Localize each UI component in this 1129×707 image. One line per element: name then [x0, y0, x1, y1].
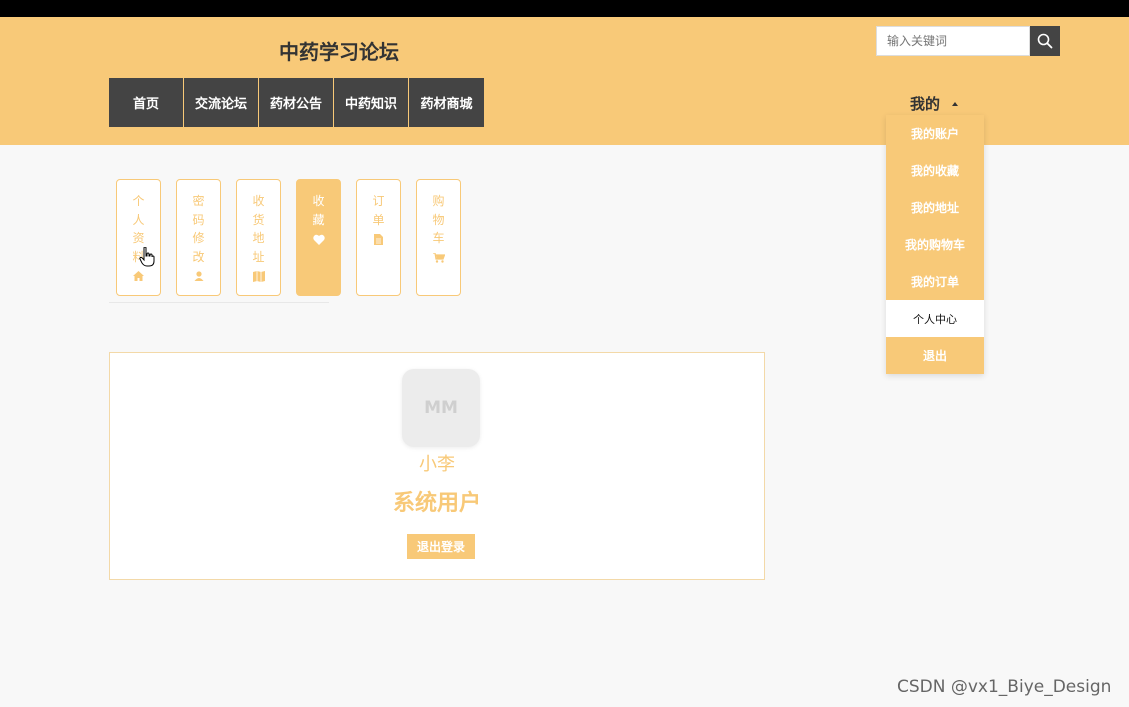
map-icon — [252, 269, 265, 283]
tab-char: 码 — [192, 212, 205, 227]
heart-icon — [312, 232, 325, 246]
tab-char: 订 — [372, 194, 385, 208]
user-dropdown-menu: 我的账户 我的收藏 我的地址 我的购物车 我的订单 个人中心 退出 — [886, 115, 984, 374]
user-icon — [194, 269, 204, 283]
nav-home[interactable]: 首页 — [109, 78, 184, 127]
tab-personal-info[interactable]: 个 人 资 料 — [116, 179, 161, 296]
nav-knowledge[interactable]: 中药知识 — [334, 78, 409, 127]
home-icon — [133, 269, 144, 283]
tab-char: 收 — [312, 194, 325, 208]
main-nav: 首页 交流论坛 药材公告 中药知识 药材商城 — [109, 78, 484, 127]
avatar: MM — [402, 369, 480, 447]
watermark: CSDN @vx1_Biye_Design — [897, 677, 1112, 697]
user-menu-toggle[interactable]: 我的 — [910, 93, 959, 114]
tab-char: 资 — [132, 231, 145, 245]
mouse-cursor-icon — [139, 246, 155, 271]
tab-char: 单 — [372, 212, 385, 227]
tab-password[interactable]: 密 码 修 改 — [176, 179, 221, 296]
nav-shop[interactable]: 药材商城 — [409, 78, 484, 127]
menu-my-orders[interactable]: 我的订单 — [886, 263, 984, 300]
tab-favorites[interactable]: 收 藏 — [296, 179, 341, 296]
nav-announcements[interactable]: 药材公告 — [259, 78, 334, 127]
tab-char: 个 — [132, 194, 145, 208]
menu-logout[interactable]: 退出 — [886, 337, 984, 374]
file-icon — [374, 232, 383, 246]
user-menu-label: 我的 — [910, 95, 941, 113]
tab-orders[interactable]: 订 单 — [356, 179, 401, 296]
tab-char: 修 — [192, 231, 205, 245]
tab-char: 藏 — [312, 212, 325, 227]
tab-char: 改 — [192, 249, 205, 264]
tab-char: 人 — [132, 212, 145, 227]
tab-char: 车 — [432, 231, 445, 245]
menu-personal-center[interactable]: 个人中心 — [886, 300, 984, 337]
logout-button[interactable]: 退出登录 — [407, 534, 475, 559]
tab-char: 购 — [432, 194, 445, 208]
site-title: 中药学习论坛 — [279, 40, 399, 64]
tab-char: 物 — [432, 212, 445, 227]
menu-my-favorites[interactable]: 我的收藏 — [886, 152, 984, 189]
tab-char: 址 — [252, 249, 265, 264]
search-icon — [1037, 33, 1053, 49]
profile-card: MM 小李 系统用户 退出登录 — [109, 352, 765, 580]
caret-up-icon — [952, 101, 959, 106]
tab-char: 密 — [192, 194, 205, 208]
tab-char: 地 — [252, 231, 265, 245]
cart-icon — [432, 251, 445, 265]
menu-my-account[interactable]: 我的账户 — [886, 115, 984, 152]
tab-cart[interactable]: 购 物 车 — [416, 179, 461, 296]
user-role: 系统用户 — [392, 491, 481, 516]
top-black-bar — [0, 0, 1129, 17]
menu-my-address[interactable]: 我的地址 — [886, 189, 984, 226]
tabs-divider — [109, 302, 329, 303]
nav-forum[interactable]: 交流论坛 — [184, 78, 259, 127]
username: 小李 — [419, 454, 455, 475]
tab-shipping-address[interactable]: 收 货 地 址 — [236, 179, 281, 296]
search-input[interactable] — [876, 26, 1030, 56]
search-button[interactable] — [1030, 26, 1060, 56]
tab-char: 货 — [252, 212, 265, 227]
tab-char: 收 — [252, 194, 265, 208]
menu-my-cart[interactable]: 我的购物车 — [886, 226, 984, 263]
